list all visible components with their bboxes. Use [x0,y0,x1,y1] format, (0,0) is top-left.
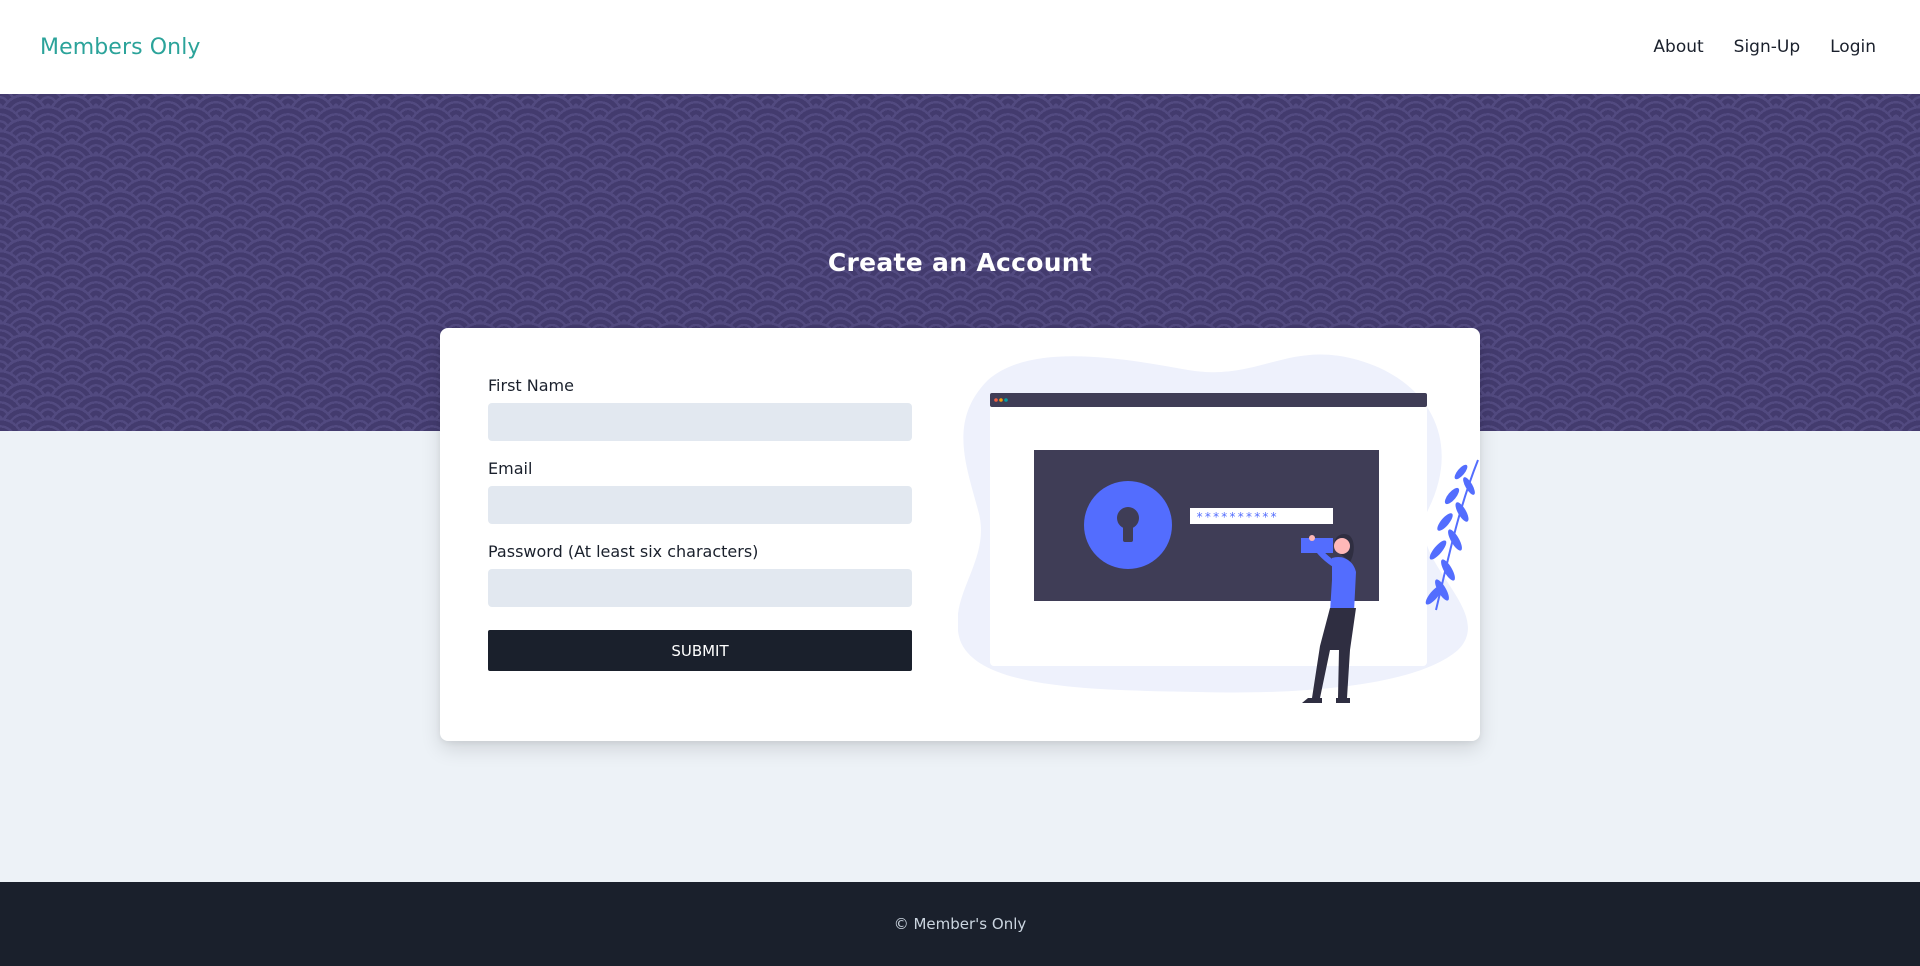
main-nav: About Sign-Up Login [1653,37,1876,57]
email-input[interactable] [488,486,912,524]
nav-login-link[interactable]: Login [1830,37,1876,57]
submit-button[interactable]: SUBMIT [488,630,912,671]
signup-form: First Name Email Password (At least six … [488,376,912,671]
brand-logo-link[interactable]: Members Only [40,35,201,60]
secure-login-illustration: ********** [958,354,1479,703]
browser-titlebar [990,393,1427,407]
site-header: Members Only About Sign-Up Login [0,0,1920,94]
footer-copyright: © Member's Only [893,915,1027,933]
page-title: Create an Account [827,248,1093,277]
illustration-password-mask: ********** [1196,510,1278,524]
nav-about-link[interactable]: About [1653,37,1703,57]
signup-card: First Name Email Password (At least six … [440,328,1480,741]
email-label: Email [488,459,533,478]
first-name-label: First Name [488,376,574,395]
site-footer: © Member's Only [0,882,1920,966]
password-label: Password (At least six characters) [488,542,759,561]
password-input[interactable] [488,569,912,607]
nav-signup-link[interactable]: Sign-Up [1734,37,1800,57]
first-name-input[interactable] [488,403,912,441]
